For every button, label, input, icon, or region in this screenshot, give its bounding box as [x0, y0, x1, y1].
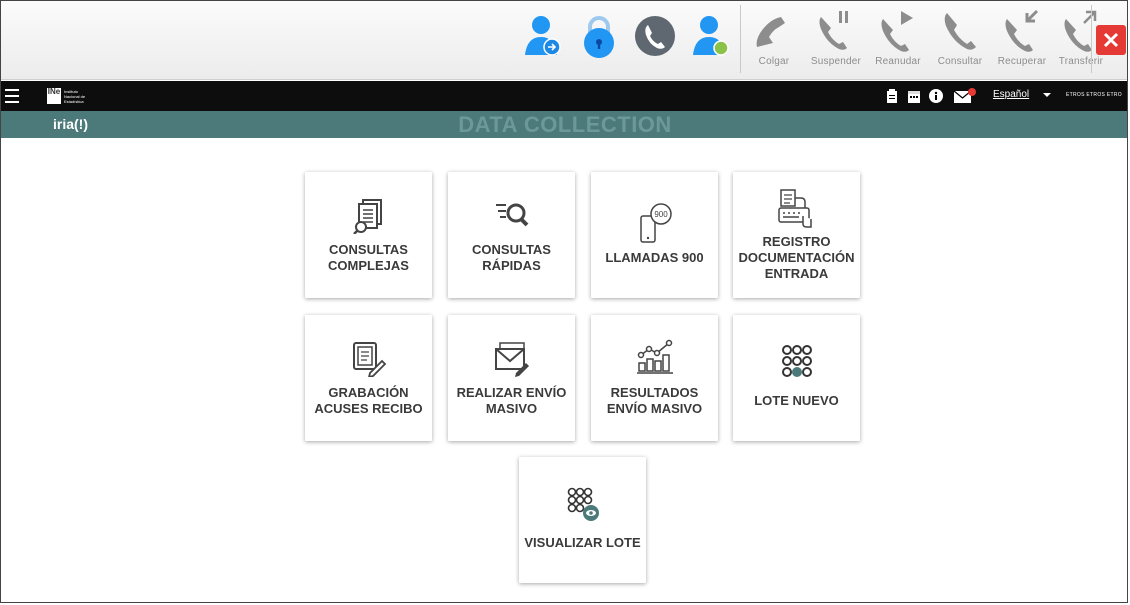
- phone-toolbar: Colgar Suspender Reanudar Consultar Recu…: [1, 1, 1127, 80]
- tile-lote-nuevo[interactable]: LOTE NUEVO: [733, 315, 860, 441]
- language-select[interactable]: Español: [993, 89, 1029, 100]
- user-info-text: ETROS ETROS ETRO: [1066, 92, 1122, 98]
- lock-icon[interactable]: [577, 9, 621, 63]
- tile-grabacion-acuses[interactable]: GRABACIÓN ACUSES RECIBO: [305, 315, 432, 441]
- clipboard-icon[interactable]: [885, 88, 899, 104]
- calendar-icon[interactable]: [907, 88, 921, 104]
- consult-icon: [944, 13, 976, 50]
- hangup-button[interactable]: Colgar: [743, 7, 805, 75]
- tile-llamadas-900[interactable]: 900 LLAMADAS 900: [591, 172, 718, 298]
- retrieve-button[interactable]: Recuperar: [991, 7, 1053, 75]
- tile-consultas-complejas[interactable]: CONSULTAS COMPLEJAS: [305, 172, 432, 298]
- close-icon: [1103, 32, 1119, 48]
- top-navbar: INe Instituto Nacional de Estadística Es…: [1, 81, 1127, 111]
- user-online-icon[interactable]: [689, 9, 733, 63]
- toolbar-separator: [740, 5, 741, 73]
- close-button[interactable]: [1096, 25, 1126, 55]
- consult-button[interactable]: Consultar: [929, 7, 991, 75]
- tile-consultas-rapidas[interactable]: CONSULTAS RÁPIDAS: [448, 172, 575, 298]
- ine-logo: INe Instituto Nacional de Estadística: [47, 87, 86, 104]
- resume-button[interactable]: Reanudar: [867, 7, 929, 75]
- menu-icon[interactable]: [5, 89, 19, 103]
- stats-chart-icon: [636, 339, 673, 374]
- chevron-down-icon[interactable]: [1043, 93, 1051, 97]
- tile-resultados-envio-masivo[interactable]: RESULTADOS ENVÍO MASIVO: [591, 315, 718, 441]
- tile-realizar-envio-masivo[interactable]: REALIZAR ENVÍO MASIVO: [448, 315, 575, 441]
- app-window: Colgar Suspender Reanudar Consultar Recu…: [0, 0, 1128, 603]
- hold-button[interactable]: Suspender: [805, 7, 867, 75]
- 900-label: 900: [654, 210, 668, 219]
- document-edit-icon: [352, 342, 386, 377]
- user-transfer-icon[interactable]: [521, 9, 565, 63]
- tile-registro-documentacion[interactable]: REGISTRO DOCUMENTACIÓN ENTRADA: [733, 172, 860, 298]
- mail-icon[interactable]: [953, 88, 977, 104]
- grid-dots-icon: [781, 345, 812, 377]
- app-header: iria(!) DATA COLLECTION: [1, 111, 1127, 138]
- hold-icon: [819, 11, 848, 50]
- hangup-icon: [756, 17, 785, 47]
- phone-icon[interactable]: [633, 9, 677, 63]
- tile-visualizar-lote[interactable]: VISUALIZAR LOTE: [519, 457, 646, 583]
- document-search-icon: [352, 199, 382, 234]
- grid-eye-icon: [567, 487, 599, 521]
- page-title: DATA COLLECTION: [458, 112, 672, 137]
- retrieve-icon: [1005, 9, 1039, 52]
- document-keyboard-icon: [777, 189, 812, 228]
- mail-send-icon: [494, 342, 529, 377]
- resume-icon: [881, 11, 913, 52]
- toolbar-separator: [1091, 5, 1092, 73]
- phone-900-icon: 900: [639, 203, 672, 243]
- info-icon[interactable]: [929, 88, 943, 104]
- filter-search-icon: [495, 203, 528, 227]
